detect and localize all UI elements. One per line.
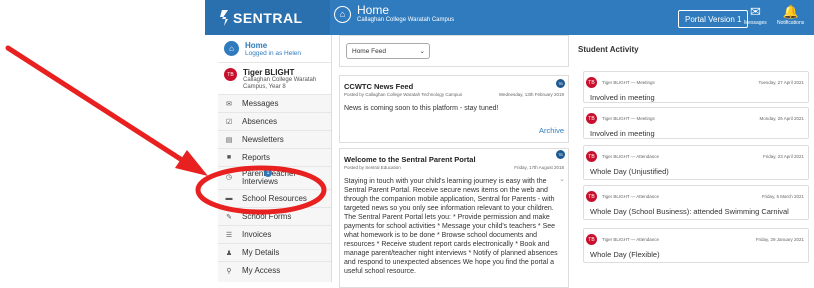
logo-s-icon [220, 9, 228, 26]
avatar: TB [586, 234, 597, 245]
portal-version-button[interactable]: Portal Version 1 [678, 10, 749, 28]
sidebar-home-label: Home [245, 40, 268, 50]
folder-icon: ▬ [225, 195, 233, 202]
avatar: TB [556, 150, 565, 159]
activity-item[interactable]: TB Tiger BLIGHT — Attendance Friday, 5 Mar… [583, 185, 809, 220]
bell-icon: 🔔 [782, 4, 799, 19]
avatar: TB [224, 68, 237, 81]
activity-text: Involved in meeting [590, 93, 655, 102]
news-title: CCWTC News Feed [344, 82, 414, 91]
chevron-down-icon: ⌄ [419, 48, 425, 55]
student-year: Campus, Year 8 [243, 84, 286, 90]
sidebar: ⌂ Home Logged in as Helen TB Tiger BLIGH… [218, 35, 332, 282]
sidebar-item-school-resources[interactable]: ▬ School Resources [218, 189, 331, 207]
sidebar-item-school-forms[interactable]: ✎ School Forms [218, 207, 331, 225]
news-title: Welcome to the Sentral Parent Portal [344, 155, 476, 164]
report-icon: ■ [226, 154, 232, 161]
feed-selector-panel: Home Feed ⌄ [339, 35, 569, 67]
news-item-ccwtc: CCWTC News Feed Posted by Callaghan Coll… [339, 75, 569, 143]
user-icon: ♟ [225, 249, 233, 257]
envelope-icon: ✉ [749, 4, 761, 19]
avatar: TB [586, 113, 597, 124]
newspaper-icon: ▤ [225, 136, 233, 144]
news-item-welcome: Welcome to the Sentral Parent Portal Pos… [339, 148, 569, 288]
sidebar-item-my-details[interactable]: ♟ My Details [218, 243, 331, 261]
activity-item[interactable]: TB Tiger BLIGHT — Attendance Friday, 29 Ja… [583, 228, 809, 263]
brand-name: SENTRAL [233, 9, 303, 26]
sidebar-item-absences[interactable]: ☑ Absences [218, 112, 331, 130]
student-school: Callaghan College Waratah [243, 77, 317, 83]
form-icon: ✎ [226, 213, 232, 221]
key-icon: ⚲ [226, 267, 232, 275]
logged-in-text: Logged in as Helen [245, 49, 302, 57]
list-icon: ☰ [225, 231, 233, 239]
feed-select[interactable]: Home Feed ⌄ [346, 43, 430, 59]
news-body: News is coming soon to this platform - s… [344, 105, 499, 112]
news-date: Wednesday, 13th February 2019 [498, 92, 564, 97]
news-body: Staying in touch with your child's learn… [344, 178, 558, 275]
notifications-button[interactable]: 🔔 Notifications [777, 4, 804, 26]
sidebar-item-parent-teacher-interviews[interactable]: ◷ Parent Teacher Interviews 1 [218, 166, 331, 189]
student-name: Tiger BLIGHT [243, 68, 295, 77]
chevron-down-icon[interactable]: ⌄ [559, 175, 565, 183]
avatar: TB [586, 151, 597, 162]
sidebar-item-messages[interactable]: ✉ Messages [218, 94, 331, 112]
annotation-arrow [5, 45, 185, 163]
clock-icon: ◷ [225, 174, 233, 181]
archive-link[interactable]: Archive [539, 126, 564, 135]
student-profile[interactable]: TB Tiger BLIGHT Callaghan College Warata… [218, 62, 331, 94]
annotation-arrowhead [175, 150, 208, 176]
activity-text: Involved in meeting [590, 129, 655, 138]
page-title: Home [357, 3, 390, 17]
home-icon[interactable]: ⌂ [334, 5, 351, 23]
sentral-logo[interactable]: SENTRAL [205, 0, 330, 35]
sidebar-item-newsletters[interactable]: ▤ Newsletters [218, 130, 331, 148]
news-author: Posted by Sentral Education [344, 165, 401, 170]
student-activity-panel: Student Activity TB Tiger BLIGHT — Meetin… [577, 35, 814, 282]
page-subtitle: Callaghan College Waratah Campus [357, 17, 455, 23]
sidebar-item-invoices[interactable]: ☰ Invoices [218, 225, 331, 243]
activity-item[interactable]: TB Tiger BLIGHT — Attendance Friday, 23 Ap… [583, 145, 809, 180]
activity-item[interactable]: TB Tiger BLIGHT — Meetings Tuesday, 27 Apr… [583, 71, 809, 103]
avatar: TB [586, 191, 597, 202]
news-date: Friday, 17th August 2018 [514, 165, 564, 170]
main-feed: Home Feed ⌄ CCWTC News Feed Posted by Cal… [339, 35, 569, 288]
page-heading: ⌂ Home Callaghan College Waratah Campus [334, 4, 454, 24]
sidebar-item-home[interactable]: ⌂ Home Logged in as Helen [218, 35, 331, 62]
envelope-icon: ✉ [226, 100, 232, 108]
top-bar: SENTRAL ⌂ Home Callaghan College Waratah… [205, 0, 814, 35]
messages-button[interactable]: ✉ Messages [744, 4, 767, 26]
notification-badge: 1 [264, 169, 272, 177]
avatar: TB [556, 79, 565, 88]
sidebar-item-reports[interactable]: ■ Reports [218, 148, 331, 166]
home-icon: ⌂ [224, 41, 239, 56]
news-author: Posted by Callaghan College Waratah Tech… [344, 92, 463, 97]
avatar: TB [586, 77, 597, 88]
activity-item[interactable]: TB Tiger BLIGHT — Meetings Monday, 26 Apri… [583, 107, 809, 139]
check-square-icon: ☑ [225, 118, 233, 126]
activity-text: Whole Day (Unjustified) [590, 167, 669, 176]
activity-text: Whole Day (Flexible) [590, 250, 660, 259]
activity-text: Whole Day (School Business): attended Sw… [590, 207, 789, 216]
sidebar-item-my-access[interactable]: ⚲ My Access [218, 261, 331, 279]
activity-title: Student Activity [578, 45, 639, 54]
